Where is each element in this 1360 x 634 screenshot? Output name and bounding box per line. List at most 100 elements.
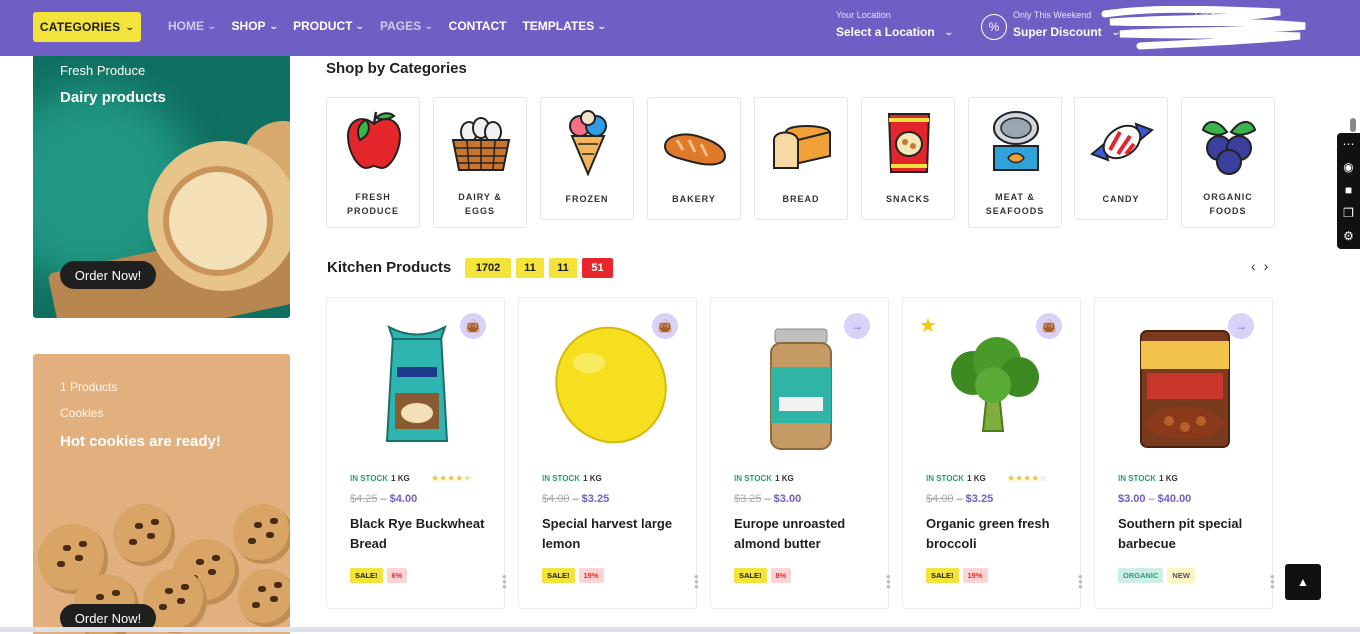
category-meat-seafoods[interactable]: MEAT & SEAFOODS — [968, 97, 1062, 228]
blueberry-icon — [1201, 121, 1257, 175]
sale-badge: SALE! — [926, 568, 959, 583]
star-rating: ★★★★★ — [431, 473, 472, 483]
old-price: $3.25 — [734, 493, 762, 505]
chevron-right-icon[interactable]: › — [1264, 258, 1269, 274]
location-value: Select a Location — [836, 25, 935, 39]
sale-price: $3.25 — [581, 493, 610, 505]
category-label: FROZEN — [565, 194, 609, 204]
discount-badge: 8% — [770, 568, 792, 583]
promo-value: Super Discount — [1013, 25, 1102, 39]
product-card[interactable]: 👜 IN STOCK 1 KG $4.00– $3.25 Special harve… — [518, 297, 700, 609]
sale-badge: SALE! — [542, 568, 575, 583]
more-icon[interactable]: ● ● ● — [1270, 573, 1276, 591]
category-fresh-produce[interactable]: FRESH PRODUCE — [326, 97, 420, 228]
nav-home[interactable]: HOME ⌄ — [168, 19, 217, 33]
product-name[interactable]: Black Rye Buckwheat Bread — [350, 514, 495, 554]
category-label: SNACKS — [885, 194, 930, 204]
countdown-hours: 11 — [516, 258, 544, 278]
category-bakery[interactable]: BAKERY — [647, 97, 741, 220]
nav-pages[interactable]: PAGES ⌄ — [380, 19, 434, 33]
chevron-down-icon: ⌄ — [125, 21, 136, 32]
bread-loaf-icon — [773, 125, 831, 169]
section-title: Shop by Categories — [326, 60, 467, 77]
top-navigation-bar: CATEGORIES ⌄ HOME ⌄ SHOP ⌄ PRODUCT ⌄ PAGES ⌄… — [0, 0, 1360, 56]
product-card[interactable]: 👜 IN STOCK 1 KG ★★★★★ $4.25– $4.00 Black R… — [326, 297, 508, 609]
nav-home-label: HOME — [168, 19, 204, 33]
bread-swirl — [163, 166, 273, 276]
more-icon[interactable]: ● ● ● — [1078, 573, 1084, 591]
price: $3.00– $40.00 — [1118, 493, 1192, 505]
discount-badge: 19% — [578, 568, 604, 583]
chevron-down-icon: ⌄ — [943, 26, 954, 37]
product-name[interactable]: Organic green fresh broccoli — [926, 514, 1071, 554]
banner-subtitle: Fresh Produce — [60, 63, 146, 78]
countdown-minutes: 11 — [549, 258, 577, 278]
product-name[interactable]: Special harvest large lemon — [542, 514, 687, 554]
unit-label: 1 KG — [583, 474, 602, 483]
scrollbar-thumb[interactable] — [1350, 118, 1356, 132]
sale-price: $3.25 — [965, 493, 994, 505]
category-frozen[interactable]: FROZEN — [540, 97, 634, 220]
category-snacks[interactable]: SNACKS — [861, 97, 955, 220]
old-price: $4.00 — [542, 493, 570, 505]
category-label: BAKERY — [672, 194, 716, 204]
camera-icon[interactable]: ◉ — [1337, 156, 1360, 179]
nav-product[interactable]: PRODUCT ⌄ — [293, 19, 366, 33]
price-to: $40.00 — [1157, 493, 1192, 505]
categories-button[interactable]: CATEGORIES ⌄ — [33, 12, 141, 42]
gear-icon[interactable]: ⚙ — [1337, 225, 1360, 248]
more-icon[interactable]: ● ● ● — [502, 573, 508, 591]
product-name[interactable]: Southern pit special barbecue — [1118, 514, 1263, 554]
product-card[interactable]: → IN STOCK 1 KG $3.25– $3.00 Europe unroas… — [710, 297, 892, 609]
stock-info: IN STOCK 1 KG — [350, 474, 410, 483]
video-icon[interactable]: ■ — [1337, 179, 1360, 202]
old-price: $4.25 — [350, 493, 378, 505]
stock-info: IN STOCK 1 KG — [1118, 474, 1178, 483]
stock-status: IN STOCK — [542, 474, 581, 483]
nav-product-label: PRODUCT — [293, 19, 353, 33]
category-label: FRESH PRODUCE — [346, 192, 399, 216]
egg-basket-icon — [451, 117, 511, 171]
banner-title: Dairy products — [60, 89, 166, 106]
stock-info: IN STOCK 1 KG — [926, 474, 986, 483]
price: $4.00– $3.25 — [926, 493, 994, 505]
back-to-top-button[interactable]: ▲ — [1285, 564, 1321, 600]
candy-icon — [1090, 122, 1154, 162]
product-name[interactable]: Europe unroasted almond butter — [734, 514, 879, 554]
product-card[interactable]: → IN STOCK 1 KG $3.00– $40.00 Southern pit… — [1094, 297, 1276, 609]
location-caption: Your Location — [836, 10, 891, 20]
category-candy[interactable]: CANDY — [1074, 97, 1168, 220]
category-organic-foods[interactable]: ORGANIC FOODS — [1181, 97, 1275, 228]
category-label: BREAD — [782, 194, 820, 204]
stock-status: IN STOCK — [350, 474, 389, 483]
product-image — [555, 326, 667, 444]
product-image — [385, 324, 449, 442]
copy-icon[interactable]: ❐ — [1337, 202, 1360, 225]
chevron-down-icon: ⌄ — [355, 20, 366, 31]
unit-label: 1 KG — [967, 474, 986, 483]
nav-contact[interactable]: CONTACT — [449, 19, 507, 33]
more-icon[interactable]: ● ● ● — [886, 573, 892, 591]
nav-templates[interactable]: TEMPLATES ⌄ — [522, 19, 606, 33]
nav-pages-label: PAGES — [380, 19, 422, 33]
countdown-days: 1702 — [465, 258, 511, 278]
unit-label: 1 KG — [1159, 474, 1178, 483]
banner-count: 1 Products — [60, 380, 118, 394]
cookies-banner[interactable]: 1 Products Cookies Hot cookies are ready… — [33, 354, 290, 634]
main-nav: HOME ⌄ SHOP ⌄ PRODUCT ⌄ PAGES ⌄ CONTACT TEMP… — [168, 19, 622, 33]
chevron-down-icon: ⌄ — [206, 20, 217, 31]
chevron-left-icon[interactable]: ‹ — [1251, 258, 1256, 274]
new-badge: NEW — [1167, 568, 1195, 583]
location-selector[interactable]: Your Location Select a Location ⌄ — [836, 10, 954, 39]
cookie-image — [233, 504, 290, 564]
unit-label: 1 KG — [391, 474, 410, 483]
category-dairy-eggs[interactable]: DAIRY & EGGS — [433, 97, 527, 228]
dairy-banner[interactable]: Fresh Produce Dairy products Order Now! — [33, 56, 290, 318]
more-icon[interactable]: ● ● ● — [694, 573, 700, 591]
category-bread[interactable]: BREAD — [754, 97, 848, 220]
nav-shop[interactable]: SHOP ⌄ — [232, 19, 279, 33]
order-now-button[interactable]: Order Now! — [60, 261, 156, 289]
stock-info: IN STOCK 1 KG — [542, 474, 602, 483]
link-icon[interactable]: ⋯ — [1337, 133, 1360, 156]
product-card[interactable]: ★ 👜 IN STOCK 1 KG ★★★★☆ $4.00– $3.25 Organ… — [902, 297, 1084, 609]
